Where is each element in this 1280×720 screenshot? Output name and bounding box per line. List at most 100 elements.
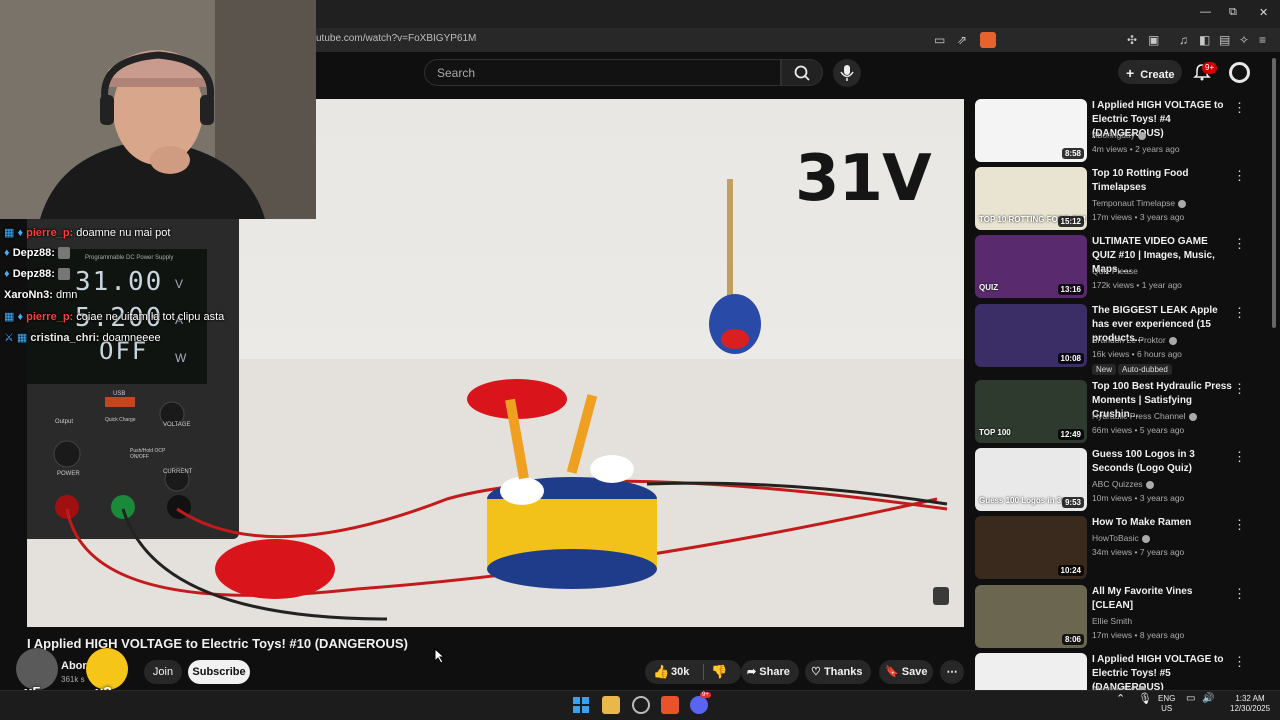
recommended-channel[interactable]: Quiz Please xyxy=(1092,266,1138,276)
voice-search-button[interactable] xyxy=(833,59,861,87)
recommended-video[interactable]: QUIZ 13:16 ULTIMATE VIDEO GAME QUIZ #10 | … xyxy=(975,235,1265,299)
video-thumbnail[interactable]: QUIZ 13:16 xyxy=(975,235,1087,298)
windows-start-icon[interactable] xyxy=(572,696,590,714)
recommended-video-title[interactable]: How To Make Ramen xyxy=(1092,516,1232,530)
video-thumbnail[interactable]: 10:08 xyxy=(975,304,1087,367)
save-button[interactable]: 🔖 Save xyxy=(879,660,933,684)
chat-emote-icon xyxy=(57,247,70,260)
video-thumbnail[interactable]: 8:06 xyxy=(975,585,1087,648)
microphone-tray-icon[interactable]: 🎙 xyxy=(1138,694,1152,705)
leo-ai-icon[interactable]: ✧ xyxy=(1239,33,1249,47)
minimize-button[interactable]: — xyxy=(1200,6,1211,18)
psu-output-label: Output xyxy=(55,419,74,425)
scrollbar[interactable] xyxy=(1272,58,1276,328)
channel-name[interactable]: Abor xyxy=(61,660,87,672)
clock[interactable]: 1:32 AM 12/30/2025 xyxy=(1230,694,1270,714)
recommended-video[interactable]: Guess 100 Logos in 3s 9:53 Guess 100 Logos… xyxy=(975,448,1265,512)
join-button[interactable]: Join xyxy=(144,660,182,684)
recommended-video[interactable]: 10:08 The BIGGEST LEAK Apple has ever exp… xyxy=(975,304,1265,375)
recommended-channel[interactable]: Temponaut Timelapse xyxy=(1092,198,1187,208)
like-dislike-group: 👍 30k 👎 xyxy=(645,660,741,684)
url-text[interactable]: utube.com/watch?v=FoXBIGYP61M xyxy=(316,33,476,44)
tab-manager-icon[interactable]: ▣ xyxy=(1148,33,1159,47)
recommended-channel[interactable]: Hydraulic Press Channel xyxy=(1092,411,1197,421)
volume-icon[interactable]: 🔊 xyxy=(1202,694,1214,704)
recommended-channel[interactable]: ABC Quizzes xyxy=(1092,479,1154,489)
recommended-video-title[interactable]: Top 10 Rotting Food Timelapses xyxy=(1092,167,1232,195)
file-explorer-icon[interactable] xyxy=(602,696,620,714)
subscriber-count: 361k s xyxy=(61,675,85,684)
share-page-icon[interactable]: ⇗ xyxy=(957,33,967,47)
search-input[interactable]: Search xyxy=(424,59,781,86)
extensions-icon[interactable]: ✣ xyxy=(1127,33,1137,47)
recommended-channel[interactable]: Aboringday xyxy=(1092,130,1147,140)
sidebar-icon[interactable]: ◧ xyxy=(1199,33,1210,47)
recommended-video[interactable]: TOP 100 12:49 Top 100 Best Hydraulic Press… xyxy=(975,380,1265,444)
video-thumbnail[interactable]: TOP 10 ROTTING FOOD TIM 15:12 xyxy=(975,167,1087,230)
more-options-icon[interactable]: ⋮ xyxy=(1233,517,1246,533)
video-thumbnail[interactable]: 10:24 xyxy=(975,516,1087,579)
psu-brand-label: Programmable DC Power Supply xyxy=(85,255,174,261)
recommended-channel[interactable]: HowToBasic xyxy=(1092,533,1150,543)
media-icon[interactable]: ♫ xyxy=(1179,33,1188,47)
create-button[interactable]: + Create xyxy=(1118,60,1182,84)
video-duration: 12:49 xyxy=(1057,429,1084,440)
more-options-icon[interactable]: ⋮ xyxy=(1233,381,1246,397)
account-avatar[interactable] xyxy=(1229,62,1250,83)
close-window-button[interactable]: ✕ xyxy=(1259,6,1268,19)
restore-button[interactable]: ⧉ xyxy=(1229,6,1237,19)
menu-icon[interactable]: ≡ xyxy=(1259,33,1266,47)
recommended-video[interactable]: 8:06 All My Favorite Vines [CLEAN] Ellie S… xyxy=(975,585,1265,649)
tray-overflow-icon[interactable]: ⌃ xyxy=(1116,694,1125,705)
thanks-button[interactable]: ♡ Thanks xyxy=(805,660,871,684)
brave-shield-icon[interactable] xyxy=(980,32,996,48)
more-options-icon[interactable]: ⋮ xyxy=(1233,236,1246,252)
share-button[interactable]: ➦ Share xyxy=(741,660,799,684)
thumbs-up-icon[interactable]: 👍 xyxy=(653,660,669,684)
obs-icon[interactable] xyxy=(632,696,650,714)
share-icon: ➦ xyxy=(747,666,757,678)
video-duration: 8:06 xyxy=(1061,634,1084,645)
video-badge: Auto-dubbed xyxy=(1118,364,1172,375)
search-button[interactable] xyxy=(781,59,823,86)
chat-text: dmn xyxy=(55,289,78,301)
more-options-icon[interactable]: ⋮ xyxy=(1233,100,1246,116)
thumbs-down-icon[interactable]: 👎 xyxy=(711,660,727,684)
more-options-icon[interactable]: ⋮ xyxy=(1233,586,1246,602)
brave-browser-icon[interactable] xyxy=(661,696,679,714)
more-options-icon[interactable]: ⋮ xyxy=(1233,305,1246,321)
like-count[interactable]: 30k xyxy=(671,660,689,684)
discord-icon[interactable] xyxy=(690,696,708,714)
chat-text: doamneeee xyxy=(102,332,161,344)
verified-icon xyxy=(1138,131,1147,140)
recommended-channel[interactable]: Ellie Smith xyxy=(1092,616,1132,626)
more-actions-button[interactable]: ⋯ xyxy=(940,660,964,684)
recommended-channel[interactable]: Brandon Le Proktor xyxy=(1092,335,1177,345)
chat-username: XaroNn3: xyxy=(4,289,53,301)
recommended-video[interactable]: TOP 10 ROTTING FOOD TIM 15:12 Top 10 Rotti… xyxy=(975,167,1265,231)
more-options-icon[interactable]: ⋮ xyxy=(1233,654,1246,670)
video-thumbnail[interactable]: 8:58 xyxy=(975,99,1087,162)
chat-message: ♦ Depz88: xyxy=(4,268,70,281)
video-thumbnail[interactable]: Guess 100 Logos in 3s 9:53 xyxy=(975,448,1087,511)
network-icon[interactable]: ▭ xyxy=(1186,694,1195,704)
clock-time: 1:32 AM xyxy=(1235,694,1265,703)
channel-name: Ellie Smith xyxy=(1092,616,1133,626)
verified-icon xyxy=(1141,534,1150,543)
more-options-icon[interactable]: ⋮ xyxy=(1233,168,1246,184)
create-label: Create xyxy=(1140,69,1175,81)
recommended-video[interactable]: 8:58 I Applied HIGH VOLTAGE to Electric T… xyxy=(975,99,1265,163)
recommended-video-title[interactable]: All My Favorite Vines [CLEAN] xyxy=(1092,585,1232,613)
mic-icon xyxy=(840,65,854,81)
cast-icon[interactable]: ▭ xyxy=(934,33,945,47)
recommended-video-title[interactable]: Guess 100 Logos in 3 Seconds (Logo Quiz) xyxy=(1092,448,1232,476)
chat-message: ▦ ♦ pierre_p: coiae ne uitam la tot clip… xyxy=(4,310,224,323)
language-indicator[interactable]: ENG US xyxy=(1158,694,1175,714)
wallet-icon[interactable]: ▤ xyxy=(1219,33,1230,47)
chat-badge-icon: ⚔ ▦ xyxy=(4,332,28,344)
recommended-video[interactable]: 10:24 How To Make Ramen HowToBasic 34m view… xyxy=(975,516,1265,580)
more-options-icon[interactable]: ⋮ xyxy=(1233,449,1246,465)
video-meta: 4m views • 2 years ago xyxy=(1092,144,1180,154)
subscribe-button[interactable]: Subscribe xyxy=(188,660,250,684)
video-thumbnail[interactable]: TOP 100 12:49 xyxy=(975,380,1087,443)
